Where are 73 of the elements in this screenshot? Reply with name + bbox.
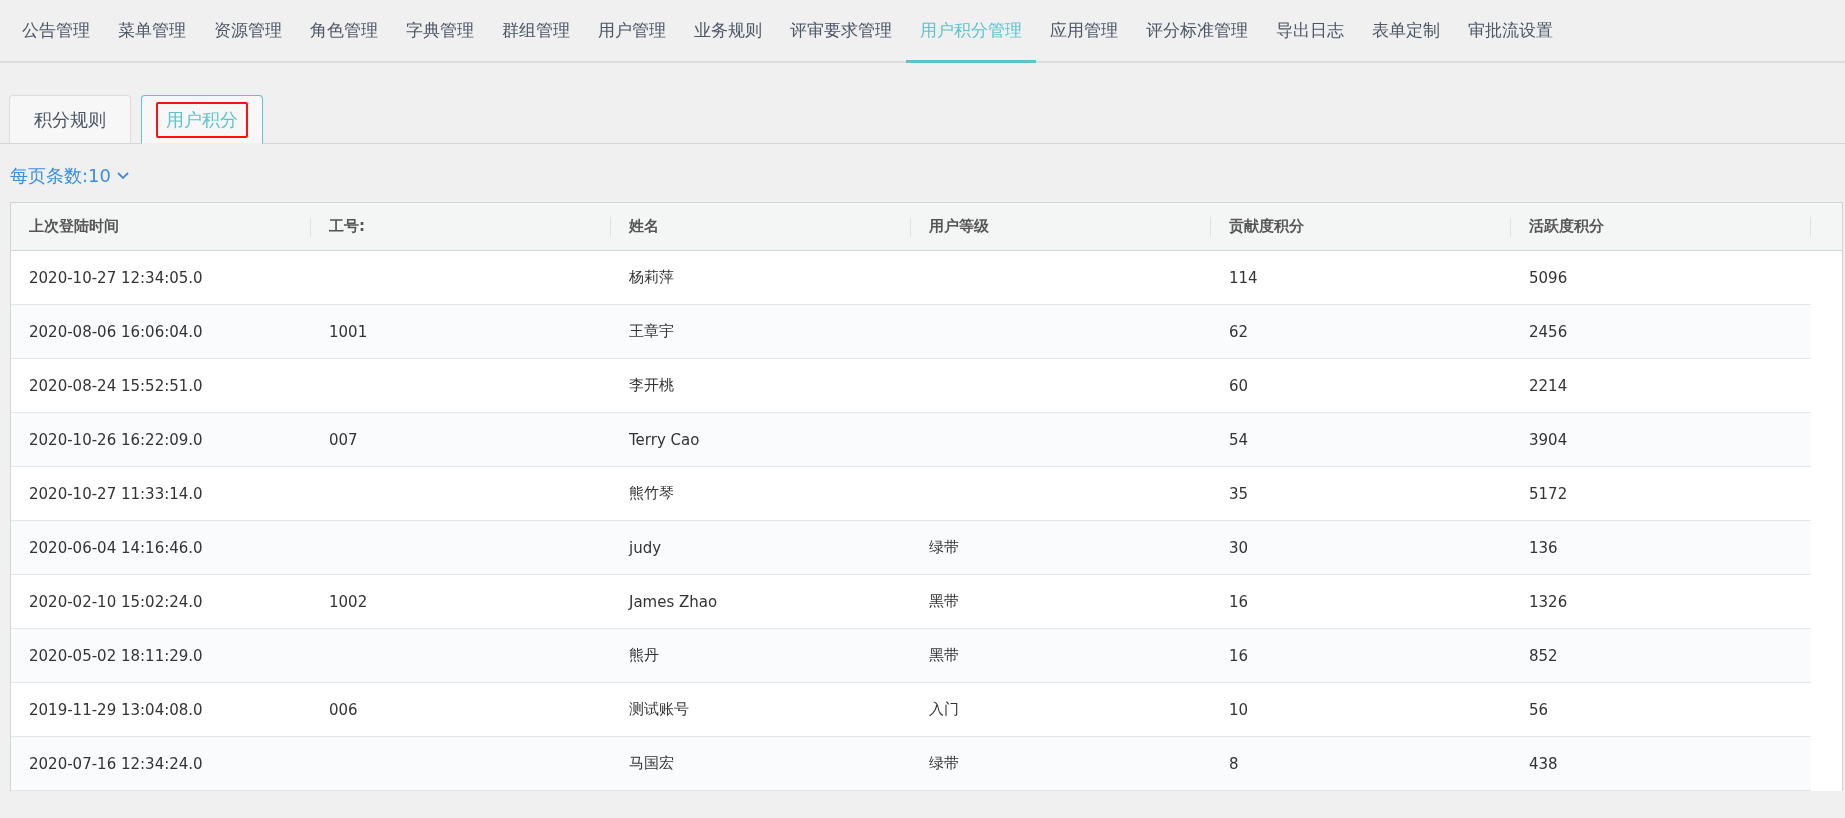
column-header: 活跃度积分 <box>1511 216 1811 237</box>
table-cell-text: 56 <box>1528 700 1550 719</box>
table-cell-text: 16 <box>1228 592 1250 611</box>
table-cell-text: 2020-10-26 16:22:09.0 <box>28 430 204 449</box>
table-cell-text: 黑带 <box>928 592 960 611</box>
table-cell-text: 熊竹琴 <box>628 484 675 503</box>
table-cell-text: 1002 <box>328 592 369 611</box>
table-cell-text: 测试账号 <box>628 700 690 719</box>
column-header: 上次登陆时间 <box>11 216 311 237</box>
nav-tab[interactable]: 应用管理 <box>1036 0 1132 63</box>
column-header: 贡献度积分 <box>1211 216 1511 237</box>
tab[interactable]: 积分规则 <box>9 95 131 144</box>
table-cell-text: 136 <box>1528 538 1559 557</box>
table-cell-text: 2214 <box>1528 376 1569 395</box>
table-cell-text: 007 <box>328 430 359 449</box>
table-cell-text: 60 <box>1228 376 1250 395</box>
nav-tab[interactable]: 菜单管理 <box>104 0 200 63</box>
table-cell-text: 2020-06-04 14:16:46.0 <box>28 538 204 557</box>
table-cell-text: 李开桃 <box>628 376 675 395</box>
tab-label: 积分规则 <box>33 107 107 132</box>
nav-tab[interactable]: 导出日志 <box>1262 0 1358 63</box>
nav-tab[interactable]: 群组管理 <box>488 0 584 63</box>
table-cell-text: 852 <box>1528 646 1559 665</box>
table-cell-text: 2456 <box>1528 322 1569 341</box>
table-cell-text: James Zhao <box>627 592 719 611</box>
nav-tab[interactable]: 角色管理 <box>296 0 392 63</box>
column-header: 用户等级 <box>911 216 1211 237</box>
table-cell-text: 2020-10-27 11:33:14.0 <box>28 484 204 503</box>
table-cell-text: 王章宇 <box>628 322 675 341</box>
table-cell-text: 438 <box>1528 754 1559 773</box>
table-cell-text: 马国宏 <box>628 754 675 773</box>
table-cell-text: judy <box>627 538 663 557</box>
nav-tab[interactable]: 业务规则 <box>680 0 776 63</box>
nav-tab[interactable]: 评审要求管理 <box>776 0 906 63</box>
table-cell-text: 入门 <box>928 700 960 719</box>
table-cell-text: 2020-07-16 12:34:24.0 <box>28 754 204 773</box>
table-cell-text: 绿带 <box>928 754 960 773</box>
nav-tab[interactable]: 用户管理 <box>584 0 680 63</box>
table-cell-text: 黑带 <box>928 646 960 665</box>
table-cell-text: 2020-08-24 15:52:51.0 <box>28 376 204 395</box>
column-header: 工号: <box>311 216 611 237</box>
table-cell-text: 5172 <box>1528 484 1569 503</box>
table-cell-text: 2020-02-10 15:02:24.0 <box>28 592 204 611</box>
nav-tab[interactable]: 公告管理 <box>8 0 104 63</box>
nav-tab[interactable]: 表单定制 <box>1358 0 1454 63</box>
table-cell-text: 5096 <box>1528 268 1569 287</box>
table-cell-text: 35 <box>1228 484 1250 503</box>
table-cell-text: 1326 <box>1528 592 1569 611</box>
table-cell-text: 绿带 <box>928 538 960 557</box>
table-cell-text: 30 <box>1228 538 1250 557</box>
nav-tab[interactable]: 评分标准管理 <box>1132 0 1262 63</box>
nav-tab[interactable]: 资源管理 <box>200 0 296 63</box>
table-cell-text: 114 <box>1228 268 1259 287</box>
table-cell-text: 16 <box>1228 646 1250 665</box>
table-cell-text: 006 <box>328 700 359 719</box>
table-cell-text: 1001 <box>328 322 369 341</box>
table-cell-text: 杨莉萍 <box>628 268 675 287</box>
table-cell-text: 54 <box>1228 430 1250 449</box>
table-cell-text: 3904 <box>1528 430 1569 449</box>
table-cell-text: 8 <box>1228 754 1240 773</box>
table-cell-text: Terry Cao <box>628 430 701 449</box>
highlighted-tab-label: 用户积分 <box>156 101 248 138</box>
nav-tab[interactable]: 审批流设置 <box>1454 0 1567 63</box>
table-cell-text: 2020-05-02 18:11:29.0 <box>28 646 204 665</box>
column-header: 姓名 <box>611 216 911 237</box>
table-cell-text: 62 <box>1228 322 1250 341</box>
table-cell-text: 熊丹 <box>628 646 660 665</box>
nav-tab[interactable]: 字典管理 <box>392 0 488 63</box>
table-cell-text: 2020-08-06 16:06:04.0 <box>28 322 204 341</box>
table-cell-text: 10 <box>1228 700 1250 719</box>
table-cell-text: 2019-11-29 13:04:08.0 <box>28 700 204 719</box>
table-cell-text: 2020-10-27 12:34:05.0 <box>28 268 204 287</box>
chevron-down-icon[interactable] <box>116 172 129 180</box>
